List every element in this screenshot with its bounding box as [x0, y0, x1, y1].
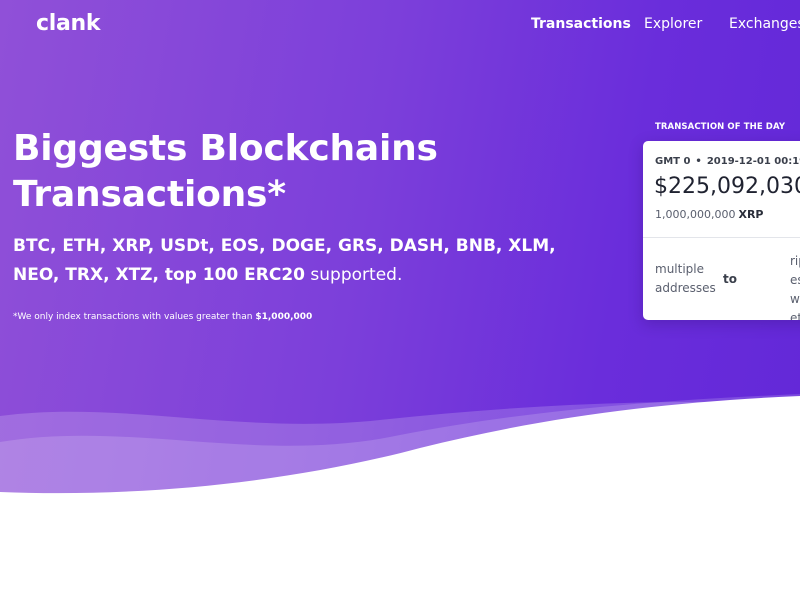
- hero-wave: [0, 394, 800, 520]
- headline-line2: Transactions*: [13, 174, 286, 215]
- logo[interactable]: clank: [36, 11, 101, 36]
- transaction-amount-usd: $225,092,030: [654, 174, 800, 199]
- coins-line2-bold: NEO, TRX, XTZ, top 100 ERC20: [13, 265, 306, 285]
- separator-dot: •: [695, 156, 702, 167]
- transaction-timezone: GMT 0: [655, 156, 691, 167]
- crypto-currency: XRP: [738, 208, 764, 221]
- headline-line1: Biggests Blockchains: [13, 128, 438, 169]
- nav-transactions[interactable]: Transactions: [531, 16, 631, 32]
- coins-line1: BTC, ETH, XRP, USDt, EOS, DOGE, GRS, DAS…: [13, 236, 556, 256]
- coins-line2-rest: supported.: [310, 265, 403, 285]
- transaction-from[interactable]: multiple addresses: [655, 260, 725, 298]
- transaction-of-day-label: TRANSACTION OF THE DAY: [655, 122, 786, 132]
- threshold-note: *We only index transactions with values …: [13, 312, 312, 322]
- transaction-amount-crypto: 1,000,000,000 XRP: [655, 208, 764, 221]
- transaction-date: 2019-12-01 00:19: [706, 156, 800, 167]
- transaction-to[interactable]: ripple escrow wallet: [790, 252, 800, 320]
- note-text: *We only index transactions with values …: [13, 312, 253, 322]
- transaction-datetime: GMT 0 • 2019-12-01 00:19: [655, 156, 800, 167]
- supported-coins: BTC, ETH, XRP, USDt, EOS, DOGE, GRS, DAS…: [13, 232, 556, 290]
- nav-explorer[interactable]: Explorer: [644, 16, 702, 32]
- card-divider: [643, 237, 800, 238]
- nav-exchanges[interactable]: Exchanges: [729, 16, 800, 32]
- page-title: Biggests Blockchains Transactions*: [13, 126, 438, 218]
- transaction-card[interactable]: GMT 0 • 2019-12-01 00:19 $225,092,030 1,00…: [643, 141, 800, 320]
- transaction-to-label: to: [723, 272, 737, 286]
- crypto-amount: 1,000,000,000: [655, 208, 736, 221]
- page: clank Transactions Explorer Exchanges Bi…: [0, 0, 800, 600]
- note-amount: $1,000,000: [255, 312, 313, 322]
